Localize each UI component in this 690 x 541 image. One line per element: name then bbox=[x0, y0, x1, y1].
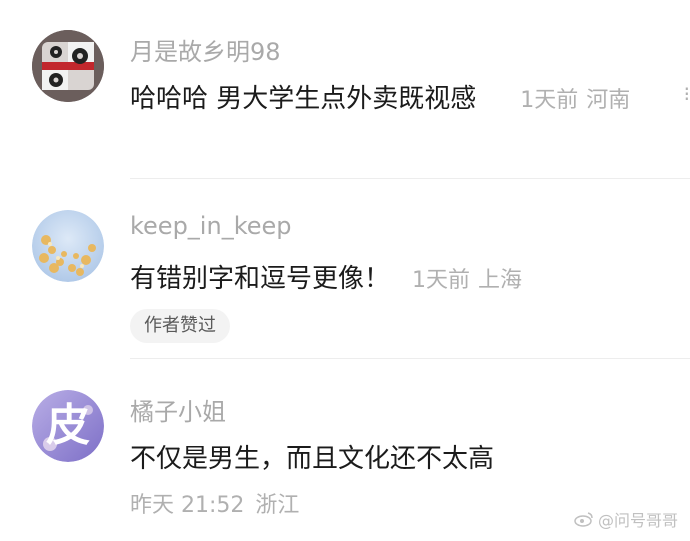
weibo-icon bbox=[574, 512, 593, 527]
watermark: @问号哥哥 bbox=[574, 507, 678, 531]
avatar-char: 皮 bbox=[46, 400, 90, 451]
watermark-text: @问号哥哥 bbox=[597, 511, 678, 530]
comment-time: 昨天 21:52 bbox=[130, 493, 245, 518]
comment-body: 哈哈哈 男大学生点外卖既视感 bbox=[130, 84, 477, 114]
username[interactable]: keep_in_keep bbox=[130, 212, 292, 240]
comment-text: 有错别字和逗号更像！ 1天前 上海 bbox=[130, 258, 522, 295]
comment-location: 上海 bbox=[478, 268, 523, 293]
comment-location: 浙江 bbox=[255, 493, 300, 518]
avatar[interactable] bbox=[32, 210, 104, 282]
comment-location: 河南 bbox=[586, 88, 631, 113]
comment-meta: 1天前 上海 bbox=[412, 268, 522, 293]
comment-text: 不仅是男生，而且文化还不太高 bbox=[130, 438, 494, 475]
comment-time: 1天前 bbox=[520, 88, 579, 113]
flower-icon bbox=[32, 210, 104, 282]
comment-item: keep_in_keep 有错别字和逗号更像！ 1天前 上海 作者赞过 bbox=[0, 180, 690, 360]
gear-badge-icon bbox=[32, 30, 104, 102]
divider bbox=[130, 358, 690, 359]
comment-meta: 昨天 21:52 浙江 bbox=[130, 487, 299, 519]
author-liked-badge: 作者赞过 bbox=[130, 309, 230, 343]
username[interactable]: 橘子小姐 bbox=[130, 392, 226, 427]
comment-time: 1天前 bbox=[412, 268, 471, 293]
avatar[interactable]: 皮 bbox=[32, 390, 104, 462]
comment-meta: 1天前 河南 bbox=[520, 88, 630, 113]
comment-item: 月是故乡明98 哈哈哈 男大学生点外卖既视感 1天前 河南 ⁝ bbox=[0, 0, 690, 180]
comment-body: 不仅是男生，而且文化还不太高 bbox=[130, 444, 495, 474]
divider bbox=[130, 178, 690, 179]
avatar[interactable] bbox=[32, 30, 104, 102]
comment-body: 有错别字和逗号更像！ bbox=[130, 264, 391, 294]
more-options-icon[interactable]: ⁝ bbox=[684, 82, 690, 106]
comment-text: 哈哈哈 男大学生点外卖既视感 1天前 河南 bbox=[130, 78, 630, 115]
username[interactable]: 月是故乡明98 bbox=[130, 32, 281, 67]
